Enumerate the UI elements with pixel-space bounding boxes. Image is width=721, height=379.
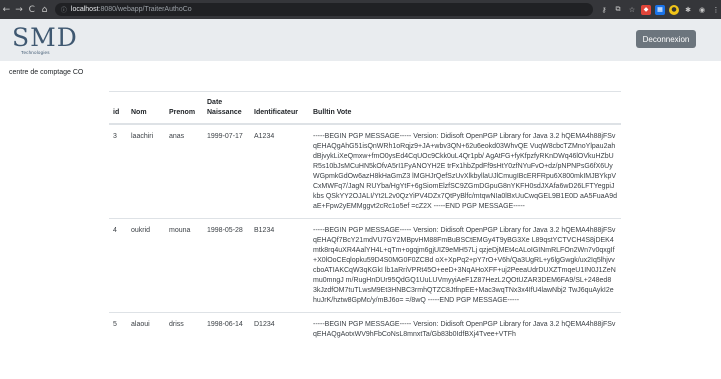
url-path: :8080/webapp/TraiterAuthoCo xyxy=(98,6,192,13)
forward-arrow-icon[interactable]: → xyxy=(13,0,26,19)
cell-id: 5 xyxy=(109,312,127,346)
extensions-bar: ⚷ ⧉ ☆ ◆ ▦ ● ✱ ◉ ⋮ xyxy=(599,4,721,15)
cell-nom: laachiri xyxy=(127,123,165,219)
extension-blue-icon[interactable]: ▦ xyxy=(655,4,666,15)
logout-button[interactable]: Deconnexion xyxy=(636,30,696,48)
logo-text: SMD xyxy=(12,23,78,52)
browser-toolbar: ← → C ⌂ ⓘ localhost:8080/webapp/TraiterA… xyxy=(0,0,721,19)
voters-table-container: id Nom Prenom Date Naissance Identificat… xyxy=(109,91,621,346)
cell-bulletin-vote: -----BEGIN PGP MESSAGE----- Version: Did… xyxy=(309,218,621,313)
menu-icon[interactable]: ⋮ xyxy=(711,5,721,15)
cell-bulletin-vote: -----BEGIN PGP MESSAGE----- Version: Did… xyxy=(309,123,621,219)
column-header-date-naissance: Date Naissance xyxy=(203,91,250,125)
back-arrow-icon[interactable]: ← xyxy=(0,0,13,19)
profile-icon[interactable]: ◉ xyxy=(697,5,707,15)
extension-red-icon[interactable]: ◆ xyxy=(641,4,652,15)
address-bar[interactable]: ⓘ localhost:8080/webapp/TraiterAuthoCo xyxy=(54,3,594,16)
logo-subtitle: Technologies xyxy=(21,50,50,55)
cell-prenom: driss xyxy=(165,312,203,346)
url-host: localhost xyxy=(70,6,99,13)
table-row: 5 alaoui driss 1998-06-14 D1234 -----BEG… xyxy=(109,312,621,346)
extension-yellow-icon[interactable]: ● xyxy=(669,4,680,15)
column-header-identificateur: Identificateur xyxy=(250,91,309,125)
page-subtitle: centre de comptage CO xyxy=(9,69,84,76)
table-row: 3 laachiri anas 1999-07-17 A1234 -----BE… xyxy=(109,123,621,219)
reload-icon[interactable]: C xyxy=(25,0,38,19)
cell-prenom: mouna xyxy=(165,218,203,313)
cell-identificateur: B1234 xyxy=(250,218,309,313)
table-header-row: id Nom Prenom Date Naissance Identificat… xyxy=(109,91,621,125)
cell-nom: oukrid xyxy=(127,218,165,313)
column-header-nom: Nom xyxy=(127,91,165,125)
cell-prenom: anas xyxy=(165,123,203,219)
cell-id: 4 xyxy=(109,218,127,313)
puzzle-icon[interactable]: ✱ xyxy=(683,5,693,15)
cell-identificateur: A1234 xyxy=(250,123,309,219)
cell-date-naissance: 1998-05-28 xyxy=(203,218,250,313)
star-icon[interactable]: ☆ xyxy=(627,5,637,15)
column-header-prenom: Prenom xyxy=(165,91,203,125)
app-header: SMD Technologies Deconnexion xyxy=(0,19,721,61)
cell-date-naissance: 1999-07-17 xyxy=(203,123,250,219)
column-header-id: id xyxy=(109,91,127,125)
smd-logo[interactable]: SMD Technologies xyxy=(12,23,78,58)
translate-icon[interactable]: ⧉ xyxy=(613,5,623,15)
voters-table: id Nom Prenom Date Naissance Identificat… xyxy=(109,91,621,346)
cell-id: 3 xyxy=(109,123,127,219)
home-icon[interactable]: ⌂ xyxy=(38,0,51,19)
column-header-bulletin-vote: Bulltin Vote xyxy=(309,91,621,125)
cell-identificateur: D1234 xyxy=(250,312,309,346)
cell-date-naissance: 1998-06-14 xyxy=(203,312,250,346)
table-row: 4 oukrid mouna 1998-05-28 B1234 -----BEG… xyxy=(109,218,621,313)
site-info-icon[interactable]: ⓘ xyxy=(61,5,67,14)
key-icon[interactable]: ⚷ xyxy=(599,5,609,15)
cell-bulletin-vote: -----BEGIN PGP MESSAGE----- Version: Did… xyxy=(309,312,621,346)
cell-nom: alaoui xyxy=(127,312,165,346)
